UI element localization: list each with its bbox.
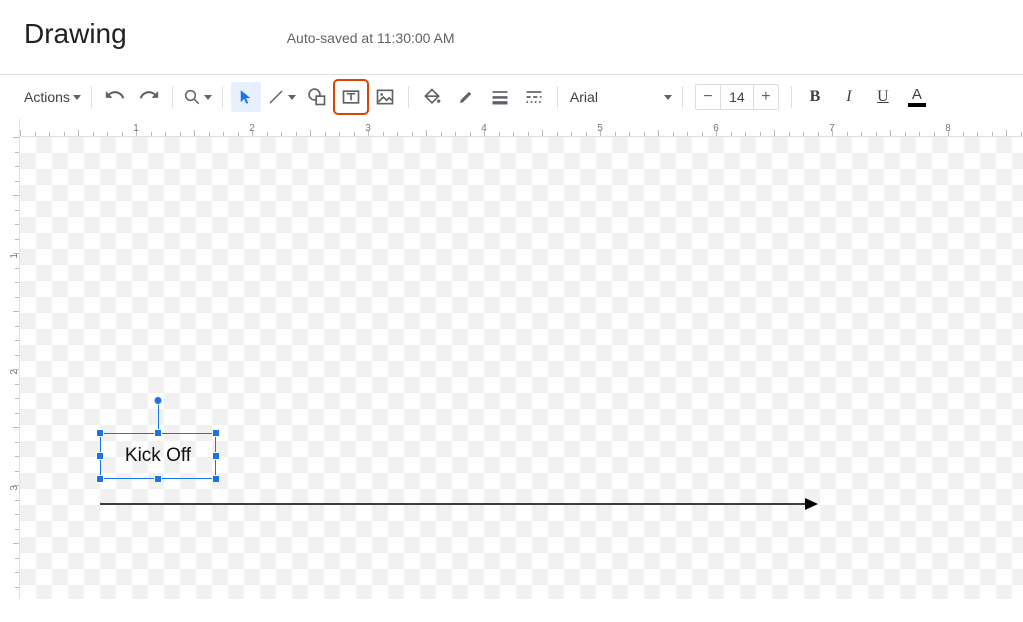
select-tool-button[interactable] xyxy=(231,82,261,112)
autosave-status: Auto-saved at 11:30:00 AM xyxy=(287,30,455,46)
separator xyxy=(557,86,558,108)
textbox-shape[interactable]: Kick Off xyxy=(100,433,216,479)
resize-handle-tr[interactable] xyxy=(212,429,220,437)
separator xyxy=(172,86,173,108)
separator xyxy=(682,86,683,108)
separator xyxy=(791,86,792,108)
drawing-canvas[interactable]: Kick Off xyxy=(20,137,1023,599)
caret-down-icon xyxy=(664,95,672,100)
textbox-tool-button[interactable] xyxy=(336,82,366,112)
line-weight-icon xyxy=(490,87,510,107)
redo-icon xyxy=(139,87,159,107)
line-icon xyxy=(267,88,285,106)
dialog-title: Drawing xyxy=(24,18,127,50)
caret-down-icon xyxy=(204,95,212,100)
rotation-line xyxy=(158,403,159,429)
fill-icon xyxy=(422,87,442,107)
resize-handle-tm[interactable] xyxy=(154,429,162,437)
line-tool-button[interactable] xyxy=(265,82,298,112)
caret-down-icon xyxy=(288,95,296,100)
pen-icon xyxy=(457,88,475,106)
caret-down-icon xyxy=(73,95,81,100)
resize-handle-mr[interactable] xyxy=(212,452,220,460)
font-size-value[interactable]: 14 xyxy=(720,85,754,109)
font-size-control: − 14 + xyxy=(695,84,779,110)
redo-button[interactable] xyxy=(134,82,164,112)
line-dash-icon xyxy=(524,87,544,107)
text-color-letter: A xyxy=(912,88,922,102)
dialog-header: Drawing Auto-saved at 11:30:00 AM xyxy=(0,0,1023,56)
resize-handle-br[interactable] xyxy=(212,475,220,483)
font-size-decrease[interactable]: − xyxy=(696,88,720,106)
zoom-icon xyxy=(183,88,201,106)
separator xyxy=(408,86,409,108)
textbox-content: Kick Off xyxy=(125,445,191,467)
shape-tool-button[interactable] xyxy=(302,82,332,112)
fill-color-button[interactable] xyxy=(417,82,447,112)
bold-button[interactable]: B xyxy=(800,82,830,112)
text-color-swatch xyxy=(908,103,926,107)
toolbar: Actions xyxy=(0,75,1023,119)
italic-button[interactable]: I xyxy=(834,82,864,112)
image-icon xyxy=(375,87,395,107)
workspace: 12345678 123 Kick Off xyxy=(0,119,1023,599)
vertical-ruler: 123 xyxy=(0,119,20,599)
undo-icon xyxy=(105,87,125,107)
undo-button[interactable] xyxy=(100,82,130,112)
text-color-button[interactable]: A xyxy=(902,82,932,112)
cursor-icon xyxy=(237,88,255,106)
border-color-button[interactable] xyxy=(451,82,481,112)
separator xyxy=(222,86,223,108)
arrow-shape[interactable] xyxy=(100,497,820,511)
border-weight-button[interactable] xyxy=(485,82,515,112)
resize-handle-tl[interactable] xyxy=(96,429,104,437)
font-family-select[interactable]: Arial xyxy=(564,83,676,111)
textbox-icon xyxy=(341,87,361,107)
resize-handle-ml[interactable] xyxy=(96,452,104,460)
rotation-handle[interactable] xyxy=(154,396,163,405)
resize-handle-bl[interactable] xyxy=(96,475,104,483)
image-tool-button[interactable] xyxy=(370,82,400,112)
actions-menu[interactable]: Actions xyxy=(20,82,83,112)
zoom-button[interactable] xyxy=(181,82,214,112)
font-family-value: Arial xyxy=(570,89,598,105)
horizontal-ruler: 12345678 xyxy=(20,119,1023,137)
border-dash-button[interactable] xyxy=(519,82,549,112)
shape-icon xyxy=(307,87,327,107)
actions-label: Actions xyxy=(24,89,70,105)
resize-handle-bm[interactable] xyxy=(154,475,162,483)
underline-button[interactable]: U xyxy=(868,82,898,112)
font-size-increase[interactable]: + xyxy=(754,88,778,106)
separator xyxy=(91,86,92,108)
